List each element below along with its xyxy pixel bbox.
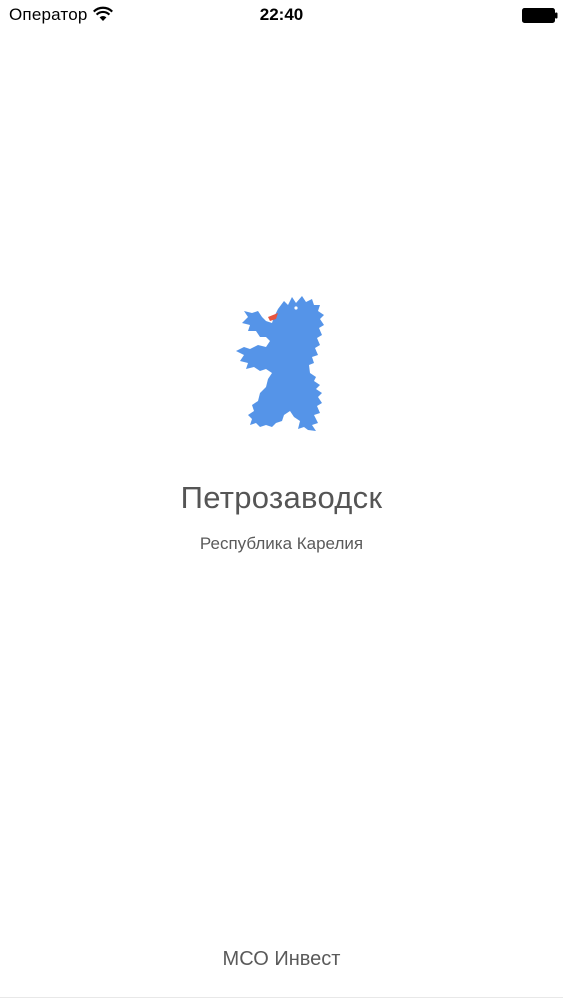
bottom-divider <box>0 997 563 998</box>
city-title: Петрозаводск <box>180 480 383 515</box>
region-subtitle: Республика Карелия <box>199 534 364 553</box>
splash-screen: Петрозаводск Республика Карелия МСО Инве… <box>0 0 563 1000</box>
company-name: МСО Инвест <box>222 948 341 970</box>
karelia-bear-icon <box>236 296 324 431</box>
